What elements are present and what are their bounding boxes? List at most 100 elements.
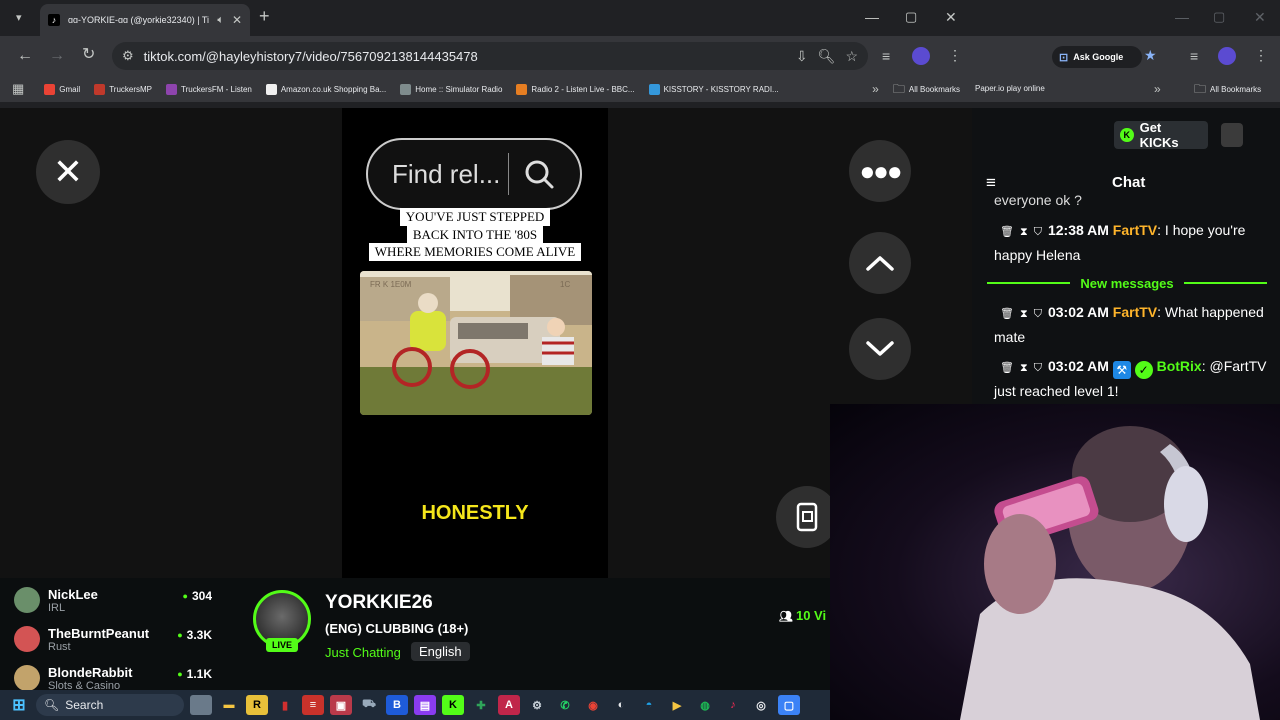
channel-category: Slots & Casino [48,680,121,690]
previous-video-button[interactable] [849,232,911,294]
new-messages-divider[interactable]: New messages [987,276,1268,291]
second-more-bookmarks-icon[interactable]: » [1154,82,1161,96]
recommended-channel[interactable]: TheBurntPeanutRust 3.3K [14,626,224,654]
trash-icon[interactable]: 🗑︎ [1000,226,1014,238]
app-icon[interactable]: ≡ [302,695,324,715]
task-view-icon[interactable] [190,695,212,715]
app-icon[interactable]: A [498,695,520,715]
streamer-name[interactable]: YORKKIE26 [325,592,433,614]
profile-avatar[interactable] [912,47,930,65]
new-tab-icon[interactable]: + [259,7,270,25]
bookmark-radio-2[interactable]: Radio 2 - Listen Live - BBC... [516,83,635,95]
bookmark-kisstory[interactable]: KISSTORY - KISSTORY RADI... [648,83,779,95]
app-icon[interactable]: ◎ [750,695,772,715]
site-info-icon[interactable]: ⚙ [122,49,134,63]
whatsapp-icon[interactable]: ✆ [554,695,576,715]
recommended-channel[interactable]: NickLeeIRL 304 [14,587,224,615]
forward-icon[interactable]: → [49,48,65,64]
get-kicks-button[interactable]: K Get KICKs [1114,120,1208,150]
minimize-icon[interactable]: — [865,10,879,24]
taskbar-search[interactable]: 🔍︎ Search [36,694,184,716]
back-icon[interactable]: ← [17,48,33,64]
app-icon[interactable]: ◐ [610,695,632,715]
ask-google-button[interactable]: ⊡ Ask Google [1052,46,1142,68]
second-media-icon[interactable]: ≡ [1190,49,1198,63]
timeout-icon[interactable]: ⧗ [1020,226,1028,238]
trash-icon[interactable]: 🗑︎ [1000,362,1014,374]
bookmark-simulator-radio[interactable]: Home :: Simulator Radio [400,83,502,95]
timeout-icon[interactable]: ⧗ [1020,362,1028,374]
caption-line-1: YOU'VE JUST STEPPED [399,208,551,226]
language-tag[interactable]: English [411,642,470,661]
app-icon[interactable]: ▮ [274,695,296,715]
app-icon[interactable]: ▢ [778,695,800,715]
url-text: tiktok.com/@hayleyhistory7/video/7567092… [143,48,478,64]
app-icon[interactable]: ▣ [330,695,352,715]
tab-strip: ▾ ♪ ɑɑ-YORKIE-ɑɑ (@yorkie32340) | TikTo … [0,0,972,36]
picture-in-picture-button[interactable] [776,486,838,548]
ban-icon[interactable]: ⛉ [1034,362,1042,374]
bookmark-truckersfm[interactable]: TruckersFM - Listen [166,83,252,95]
chrome-icon[interactable]: ◉ [582,695,604,715]
channel-name: TheBurntPeanut [48,626,150,641]
close-viewer-button[interactable]: ✕ [36,140,100,204]
speaker-icon[interactable]: 🔈︎ [217,13,224,27]
viewer-total-text: 10 Vi [795,608,827,623]
photo-text-right: 1C [560,280,570,289]
media-control-icon[interactable]: ≡ [882,49,890,63]
app-icon[interactable]: ⛟ [358,695,380,715]
second-minimize-icon[interactable]: — [1175,10,1189,24]
second-maximize-icon[interactable]: ▢ [1213,10,1225,24]
tiktok-taskbar-icon[interactable]: ♪ [722,695,744,715]
app-icon[interactable]: B [386,695,408,715]
reload-icon[interactable]: ↻ [82,47,95,63]
tab-close-icon[interactable]: ✕ [232,13,242,27]
bookmark-truckersmp[interactable]: TruckersMP [94,83,152,95]
edge-icon[interactable]: ◓ [638,695,660,715]
browser-tab[interactable]: ♪ ɑɑ-YORKIE-ɑɑ (@yorkie32340) | TikTo 🔈︎… [40,4,250,36]
twitch-icon[interactable]: ▤ [414,695,436,715]
steam-icon[interactable]: ⚙ [526,695,548,715]
find-related-search[interactable]: Find rel... [366,138,582,210]
kick-icon[interactable]: K [442,695,464,715]
close-icon: ✕ [52,151,84,192]
bookmark-amazon[interactable]: Amazon.co.uk Shopping Ba... [265,83,386,95]
bookmark-gmail[interactable]: Gmail [44,83,80,95]
more-options-button[interactable]: ●●● [849,140,911,202]
bookmark-star-icon[interactable]: ☆ [845,49,858,63]
timeout-icon[interactable]: ⧗ [1020,308,1028,320]
collapse-chat-icon[interactable]: ≡ [986,173,996,193]
app-icon[interactable]: ✚ [470,695,492,715]
video-caption: YOU'VE JUST STEPPED BACK INTO THE '80S W… [342,208,608,261]
windows-start-icon[interactable]: ⊞ [8,695,30,715]
app-icon[interactable]: R [246,695,268,715]
install-app-icon[interactable]: ⇩ [796,49,808,63]
ban-icon[interactable]: ⛉ [1034,226,1042,238]
apps-grid-icon[interactable]: ▦ [12,82,24,96]
second-star-icon[interactable]: ★ [1144,48,1157,62]
maximize-icon[interactable]: ▢ [905,10,917,24]
all-bookmarks-button[interactable]: 🗀 All Bookmarks [893,82,960,96]
search-divider [508,153,510,195]
app-icon[interactable]: ▶ [666,695,688,715]
second-profile-avatar[interactable] [1218,47,1236,65]
window-close-icon[interactable]: ✕ [945,10,957,24]
spotify-icon[interactable]: ◍ [694,695,716,715]
file-explorer-icon[interactable]: ▬ [218,695,240,715]
ban-icon[interactable]: ⛉ [1034,308,1042,320]
second-close-icon[interactable]: ✕ [1254,10,1266,24]
menu-icon[interactable]: ⋮ [948,48,962,62]
more-bookmarks-icon[interactable]: » [872,82,879,96]
trash-icon[interactable]: 🗑︎ [1000,308,1014,320]
next-video-button[interactable] [849,318,911,380]
address-bar[interactable]: ⚙ tiktok.com/@hayleyhistory7/video/75670… [112,42,868,70]
bookmark-paper-io[interactable]: Paper.io play online [975,84,1045,93]
zoom-icon[interactable]: 🔍︎ [818,49,836,63]
second-menu-icon[interactable]: ⋮ [1254,48,1268,62]
tab-search-icon[interactable]: ▾ [16,11,22,25]
stream-category[interactable]: Just Chatting [325,645,401,660]
user-avatar[interactable] [1221,123,1243,147]
search-icon[interactable] [523,158,555,190]
second-all-bookmarks[interactable]: 🗀 All Bookmarks [1194,82,1261,96]
recommended-channel[interactable]: BlondeRabbitSlots & Casino 1.1K [14,665,224,690]
